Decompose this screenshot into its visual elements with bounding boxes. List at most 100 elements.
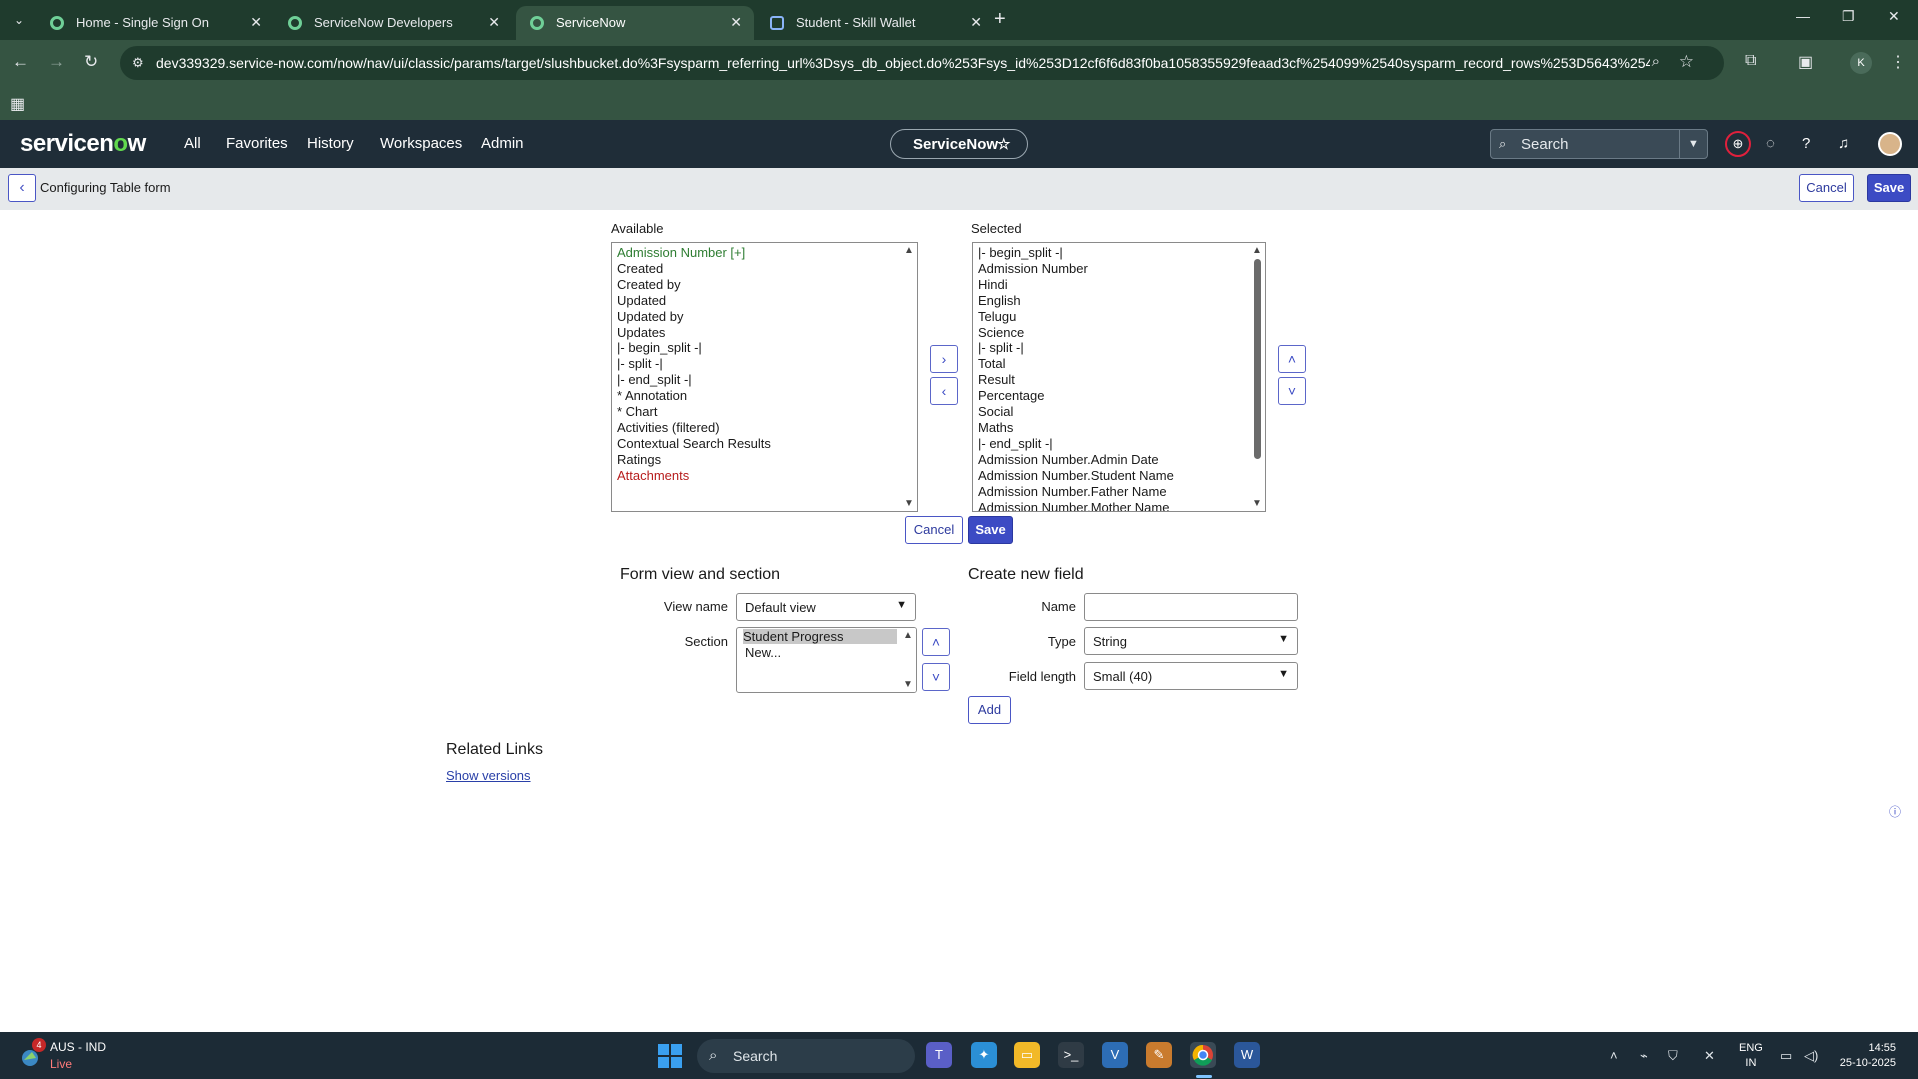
file-explorer-icon[interactable]: ▭ — [1014, 1042, 1040, 1068]
globe-icon[interactable]: ⊕ — [1725, 131, 1751, 157]
list-item[interactable]: Telugu — [978, 309, 1016, 324]
header-cancel-button[interactable]: Cancel — [1799, 174, 1854, 202]
security-icon[interactable]: ⛉ — [1668, 1048, 1678, 1064]
teams-icon[interactable]: T — [926, 1042, 952, 1068]
add-to-selected-button[interactable]: › — [930, 345, 958, 373]
list-item[interactable]: |- begin_split -| — [617, 340, 702, 355]
apps-grid-icon[interactable]: ▦ — [10, 94, 25, 114]
back-button[interactable]: ‹ — [8, 174, 36, 202]
field-length-select[interactable]: Small (40) ▼ — [1084, 662, 1298, 690]
servicenow-logo[interactable]: servicenow — [20, 130, 146, 158]
windows-start-icon[interactable] — [658, 1044, 682, 1068]
nav-admin[interactable]: Admin — [481, 135, 524, 152]
available-scrollbar[interactable]: ▲ ▼ — [902, 243, 917, 511]
list-item[interactable]: * Annotation — [617, 388, 687, 403]
list-item[interactable]: |- split -| — [978, 340, 1024, 355]
list-item[interactable]: Created — [617, 261, 663, 276]
extensions-icon[interactable]: ⧉ — [1745, 52, 1756, 70]
view-name-select[interactable]: Default view ▼ — [736, 593, 916, 621]
favorite-star-icon[interactable]: ☆ — [997, 135, 1010, 153]
list-item-selected[interactable]: Student Progress — [743, 629, 897, 644]
list-item[interactable]: Updated by — [617, 309, 684, 324]
list-item[interactable]: Activities (filtered) — [617, 420, 720, 435]
chrome-icon[interactable] — [1190, 1042, 1216, 1068]
list-item[interactable]: Admission Number.Mother Name — [978, 500, 1169, 511]
reload-icon[interactable]: ↻ — [84, 52, 98, 72]
list-item[interactable]: Created by — [617, 277, 681, 292]
browser-tab-active[interactable]: ServiceNow ✕ — [516, 6, 754, 40]
list-item[interactable]: English — [978, 293, 1021, 308]
app-scope-pill[interactable]: ServiceNow ☆ — [890, 129, 1028, 159]
info-icon[interactable]: ⓘ — [1889, 803, 1901, 820]
section-down-button[interactable]: ˅ — [922, 663, 950, 691]
remove-from-selected-button[interactable]: ‹ — [930, 377, 958, 405]
close-tab-icon[interactable]: ✕ — [970, 14, 982, 31]
list-item[interactable]: * Chart — [617, 404, 657, 419]
list-item[interactable]: Social — [978, 404, 1013, 419]
browser-tab[interactable]: Student - Skill Wallet ✕ — [756, 6, 994, 40]
chat-icon[interactable]: ◌ — [1766, 135, 1775, 152]
available-fields-list[interactable]: Admission Number [+] Created Created by … — [611, 242, 918, 512]
list-item[interactable]: Percentage — [978, 388, 1045, 403]
address-bar[interactable]: ⚙ dev339329.service-now.com/now/nav/ui/c… — [120, 46, 1724, 80]
section-up-button[interactable]: ˄ — [922, 628, 950, 656]
browser-tab[interactable]: ServiceNow Developers ✕ — [274, 6, 512, 40]
help-icon[interactable]: ? — [1802, 135, 1810, 152]
list-item[interactable]: Attachments — [617, 468, 689, 483]
list-item[interactable]: Admission Number.Father Name — [978, 484, 1167, 499]
notifications-bell-icon[interactable]: ♫ — [1838, 135, 1849, 152]
site-info-icon[interactable]: ⚙ — [132, 55, 144, 71]
list-item[interactable]: Admission Number — [978, 261, 1088, 276]
display-icon[interactable]: ▭ — [1780, 1048, 1792, 1064]
terminal-icon[interactable]: >_ — [1058, 1042, 1084, 1068]
taskbar-search[interactable]: ⌕ Search — [697, 1039, 915, 1073]
system-clock[interactable]: 14:55 25-10-2025 — [1830, 1041, 1896, 1071]
list-item[interactable]: Updates — [617, 325, 665, 340]
vs-code-icon[interactable]: V — [1102, 1042, 1128, 1068]
news-title[interactable]: AUS - IND — [50, 1040, 106, 1054]
tab-search-button[interactable]: ⌄ — [8, 9, 30, 31]
show-versions-link[interactable]: Show versions — [446, 768, 531, 783]
list-item[interactable]: Hindi — [978, 277, 1008, 292]
browser-menu-icon[interactable]: ⋮ — [1890, 52, 1906, 72]
word-icon[interactable]: W — [1234, 1042, 1260, 1068]
list-item[interactable]: Admission Number.Admin Date — [978, 452, 1159, 467]
scroll-down-arrow-icon[interactable]: ▼ — [904, 498, 914, 509]
list-item[interactable]: Science — [978, 325, 1024, 340]
new-tab-button[interactable]: + — [994, 8, 1006, 31]
tray-app-icon[interactable]: ✕ — [1704, 1048, 1715, 1064]
restore-icon[interactable]: ❐ — [1842, 8, 1855, 25]
list-item[interactable]: Total — [978, 356, 1005, 371]
profile-avatar[interactable]: K — [1850, 52, 1872, 74]
add-field-button[interactable]: Add — [968, 696, 1011, 724]
nav-favorites[interactable]: Favorites — [226, 135, 288, 152]
scroll-down-arrow-icon[interactable]: ▼ — [1252, 498, 1262, 509]
network-icon[interactable]: ⌁ — [1640, 1048, 1648, 1064]
list-item[interactable]: Admission Number.Student Name — [978, 468, 1174, 483]
browser-tab[interactable]: Home - Single Sign On ✕ — [36, 6, 274, 40]
nav-history[interactable]: History — [307, 135, 354, 152]
minimize-icon[interactable]: — — [1796, 8, 1810, 24]
move-down-button[interactable]: ˅ — [1278, 377, 1306, 405]
selected-fields-list[interactable]: |- begin_split -| Admission Number Hindi… — [972, 242, 1266, 512]
list-item[interactable]: |- split -| — [617, 356, 663, 371]
paint-app-icon[interactable]: ✎ — [1146, 1042, 1172, 1068]
list-item[interactable]: |- end_split -| — [978, 436, 1053, 451]
selected-scrollbar[interactable]: ▲ ▼ — [1250, 243, 1265, 511]
global-search[interactable]: ⌕ Search ▼ — [1490, 129, 1708, 159]
slushbucket-cancel-button[interactable]: Cancel — [905, 516, 963, 544]
copilot-icon[interactable]: ✦ — [971, 1042, 997, 1068]
scrollbar-thumb[interactable] — [1254, 259, 1261, 459]
slushbucket-save-button[interactable]: Save — [968, 516, 1013, 544]
scroll-up-arrow-icon[interactable]: ▲ — [903, 630, 913, 641]
show-hidden-icons-icon[interactable]: ˄ — [1610, 1048, 1618, 1063]
list-item[interactable]: Result — [978, 372, 1015, 387]
list-item[interactable]: New... — [745, 645, 781, 660]
move-up-button[interactable]: ˄ — [1278, 345, 1306, 373]
scroll-down-arrow-icon[interactable]: ▼ — [903, 679, 913, 690]
scroll-up-arrow-icon[interactable]: ▲ — [904, 245, 914, 256]
header-save-button[interactable]: Save — [1867, 174, 1911, 202]
nav-all[interactable]: All — [184, 135, 201, 152]
volume-icon[interactable]: ◁) — [1804, 1048, 1818, 1064]
list-item[interactable]: |- end_split -| — [617, 372, 692, 387]
